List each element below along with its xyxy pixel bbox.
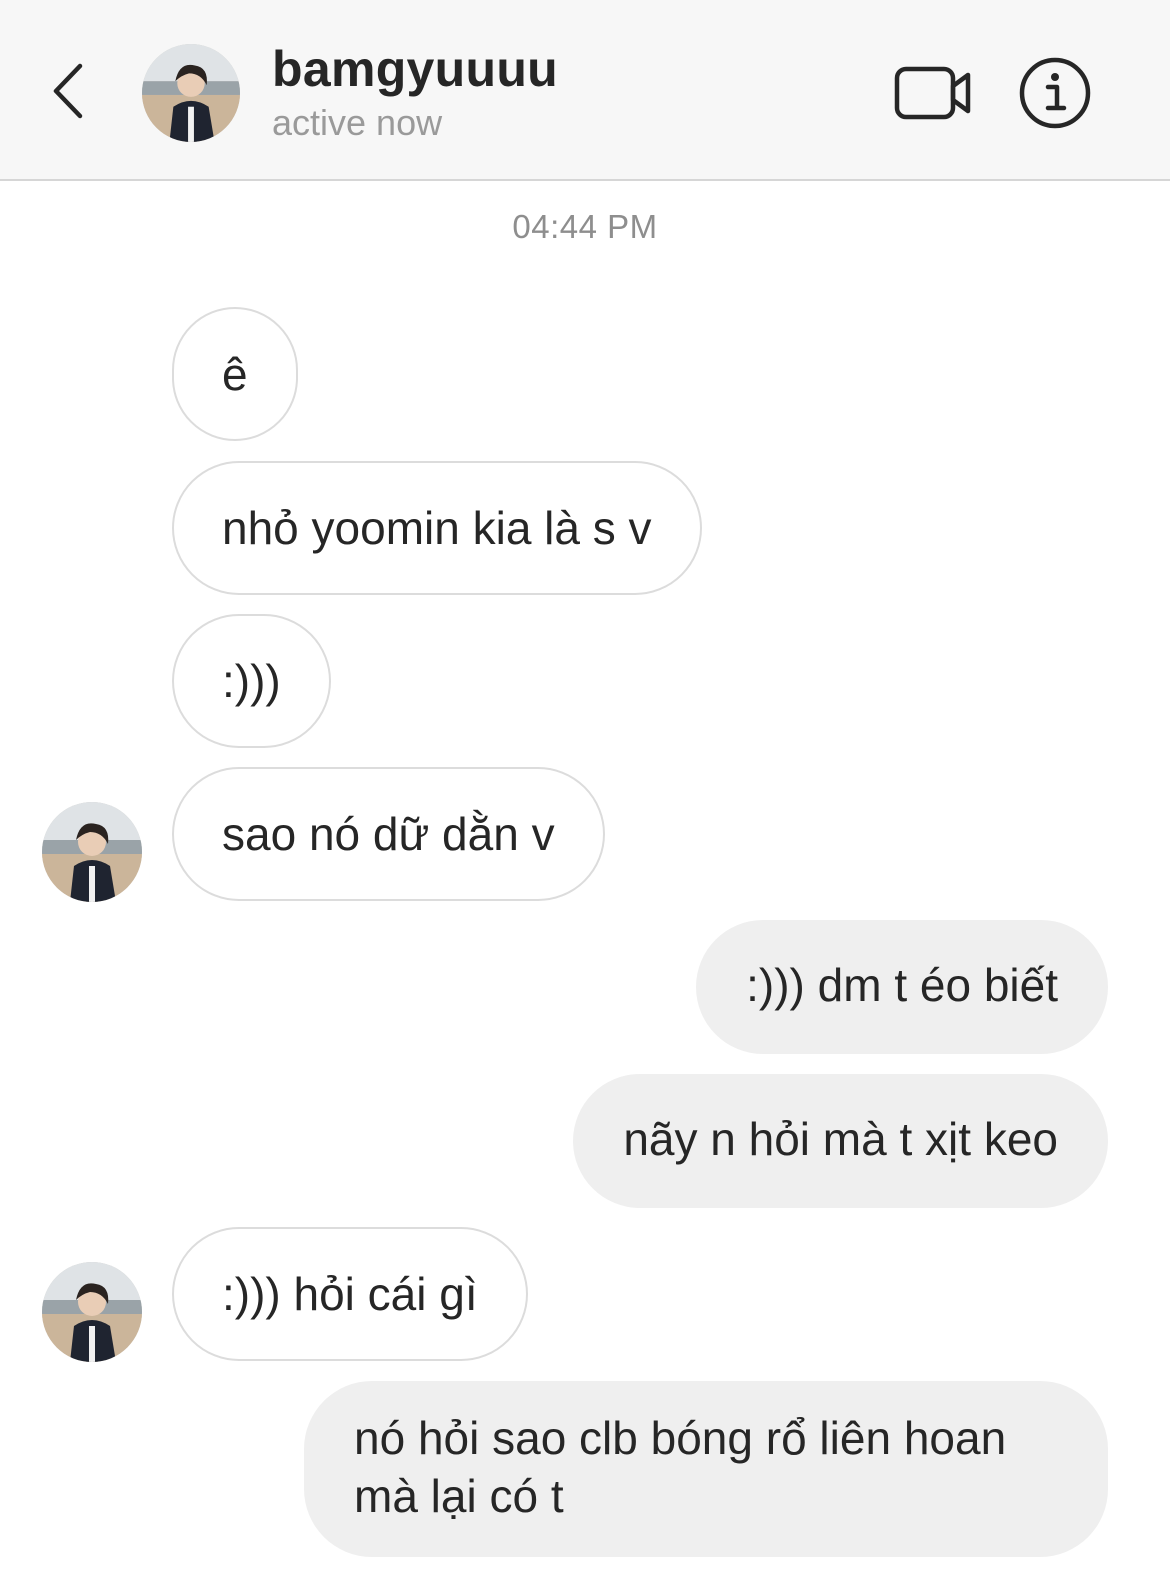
incoming-message[interactable]: :))) hỏi cái gì [172, 1227, 528, 1361]
chevron-left-icon [53, 63, 83, 119]
chat-header: bamgyuuuu active now [0, 0, 1170, 181]
info-icon [1019, 57, 1091, 129]
incoming-message[interactable]: nhỏ yoomin kia là s v [172, 461, 702, 595]
message-timestamp: 04:44 PM [512, 208, 658, 245]
video-camera-icon [894, 66, 971, 120]
incoming-message[interactable]: ê [172, 307, 298, 441]
active-status: active now [272, 102, 443, 143]
outgoing-message[interactable]: :))) dm t éo biết [696, 920, 1108, 1054]
avatar[interactable] [142, 44, 240, 142]
video-call-button[interactable] [892, 60, 974, 126]
outgoing-message[interactable]: nãy n hỏi mà t xịt keo [573, 1074, 1108, 1208]
info-button[interactable] [1018, 56, 1092, 130]
sender-avatar[interactable] [42, 1262, 142, 1362]
outgoing-message[interactable]: nó hỏi sao clb bóng rổ liên hoan mà lại … [304, 1381, 1108, 1557]
sender-avatar[interactable] [42, 802, 142, 902]
chat-username[interactable]: bamgyuuuu [272, 40, 558, 98]
incoming-message[interactable]: sao nó dữ dằn v [172, 767, 605, 901]
back-button[interactable] [44, 56, 100, 126]
incoming-message[interactable]: :))) [172, 614, 331, 748]
